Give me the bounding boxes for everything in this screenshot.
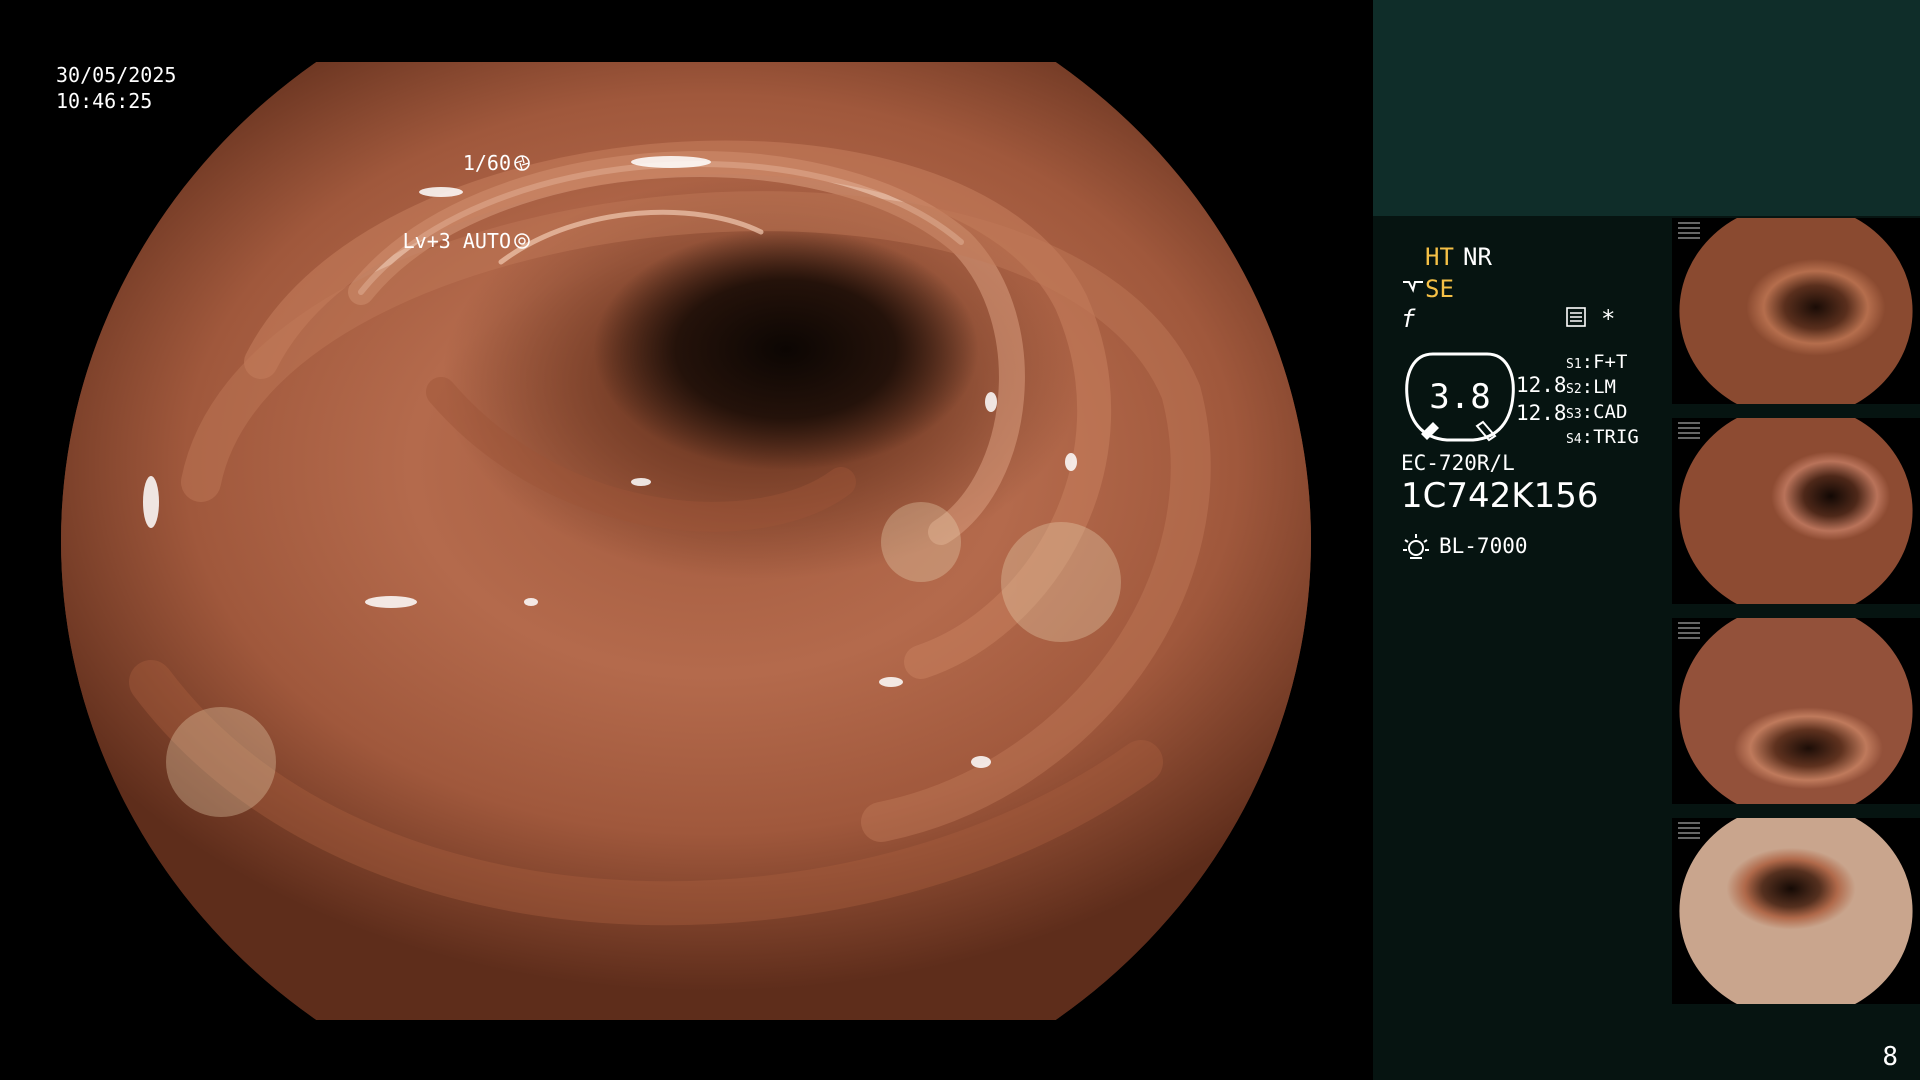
page-number: 8 bbox=[1882, 1042, 1898, 1072]
panel-header-area bbox=[1373, 0, 1920, 216]
endoscopic-image bbox=[61, 62, 1311, 1020]
main-endoscope-view: 30/05/2025 10:46:25 1/60 Lv+3 AUTO bbox=[0, 0, 1373, 1080]
f-symbol: f bbox=[1401, 305, 1416, 333]
switch-row-4: S4:TRIG bbox=[1566, 426, 1639, 448]
ht-indicator: HT bbox=[1425, 243, 1454, 271]
thumbnail-stamp bbox=[1678, 822, 1700, 840]
switch-row-1: S1:F+T bbox=[1566, 351, 1628, 373]
structure-enhance-icon bbox=[1403, 281, 1423, 293]
star-indicator: * bbox=[1601, 305, 1616, 333]
captured-thumbnail[interactable] bbox=[1672, 818, 1920, 1004]
switch-label: TRIG bbox=[1593, 426, 1639, 448]
gauge-reading-lower: 12.8 bbox=[1516, 401, 1567, 425]
thumbnail-stamp bbox=[1678, 622, 1700, 640]
colon-folds-drawing bbox=[129, 140, 1211, 926]
date-text: 30/05/2025 bbox=[56, 63, 177, 87]
thumbnail-stamp bbox=[1678, 222, 1700, 240]
captured-thumbnail[interactable] bbox=[1672, 218, 1920, 404]
date-time-stamp: 30/05/2025 10:46:25 bbox=[56, 62, 176, 114]
thumbnail-image bbox=[1679, 218, 1913, 404]
captured-thumbnail[interactable] bbox=[1672, 418, 1920, 604]
gauge-value: 3.8 bbox=[1429, 377, 1491, 417]
captured-thumbnail[interactable] bbox=[1672, 618, 1920, 804]
thumbnail-stamp bbox=[1678, 422, 1700, 440]
nr-indicator: NR bbox=[1463, 243, 1492, 271]
switch-label: F+T bbox=[1593, 351, 1628, 373]
switch-key: S4 bbox=[1566, 432, 1582, 447]
auto-iris-icon bbox=[514, 233, 530, 249]
shutter-speed: 1/60 bbox=[462, 151, 511, 175]
thumbnail-image bbox=[1679, 618, 1913, 804]
switch-label: CAD bbox=[1593, 401, 1628, 423]
thumbnail-image bbox=[1679, 418, 1913, 604]
switch-row-2: S2:LM bbox=[1566, 376, 1616, 398]
time-text: 10:46:25 bbox=[56, 89, 153, 113]
light-source-label: BL-7000 bbox=[1439, 534, 1528, 558]
shutter-icon bbox=[514, 155, 530, 171]
exposure-readout: 1/60 Lv+3 AUTO bbox=[403, 98, 531, 306]
light-source-icon bbox=[1403, 534, 1429, 559]
switch-key: S3 bbox=[1566, 407, 1582, 422]
switch-key: S1 bbox=[1566, 357, 1582, 372]
gauge-reading-upper: 12.8 bbox=[1516, 373, 1567, 397]
switch-label: LM bbox=[1593, 376, 1616, 398]
exposure-level: Lv+3 AUTO bbox=[402, 229, 511, 253]
scope-serial: 1C742K156 bbox=[1401, 476, 1599, 516]
list-icon bbox=[1566, 307, 1586, 327]
se-indicator: SE bbox=[1425, 275, 1454, 303]
freeze-icon: f bbox=[1401, 304, 1415, 334]
switch-row-3: S3:CAD bbox=[1566, 401, 1628, 423]
switch-key: S2 bbox=[1566, 382, 1582, 397]
thumbnail-image bbox=[1679, 818, 1913, 1004]
